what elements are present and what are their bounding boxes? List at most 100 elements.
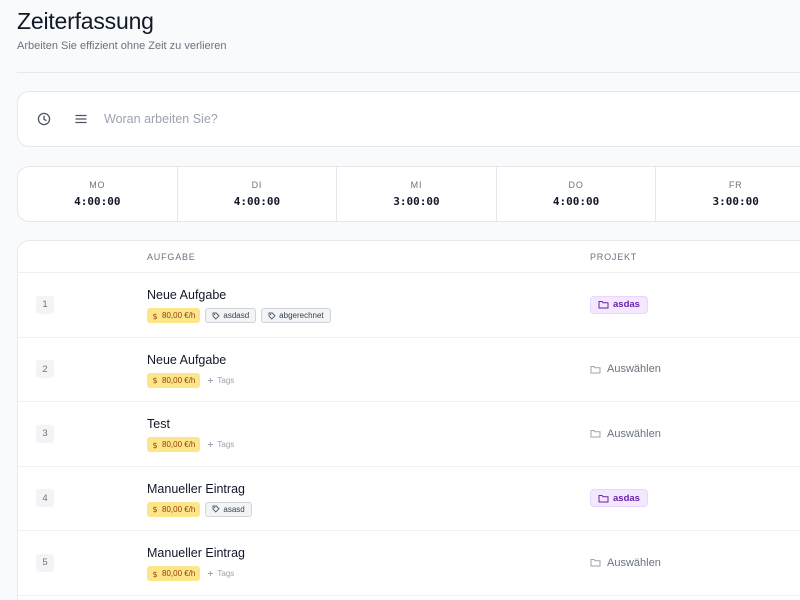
- hourly-rate-value: 80,00 €/h: [162, 504, 196, 514]
- dollar-icon: $: [153, 441, 158, 449]
- day-label: DI: [251, 180, 263, 190]
- day-summary-di[interactable]: DI 4:00:00: [178, 167, 338, 221]
- day-total-time: 4:00:00: [233, 195, 281, 208]
- folder-icon: [598, 494, 609, 503]
- folder-icon: [590, 559, 601, 567]
- tag-icon: [212, 312, 221, 320]
- svg-text:$: $: [153, 570, 158, 578]
- day-total-time: 3:00:00: [712, 195, 759, 208]
- hourly-rate-badge[interactable]: $80,00 €/h: [147, 566, 201, 581]
- svg-text:$: $: [153, 441, 158, 449]
- day-summary-do[interactable]: DO 4:00:00: [497, 167, 657, 221]
- add-tags-button[interactable]: Tags: [207, 376, 234, 385]
- table-row[interactable]: 5 Manueller Eintrag $80,00 €/h Tags Auswähle…: [18, 531, 800, 596]
- plus-icon: [208, 571, 214, 576]
- task-meta: $80,00 €/h asasd: [147, 501, 252, 517]
- table-header: AUFGABE PROJEKT: [18, 241, 800, 273]
- tag-chip[interactable]: asasd: [205, 501, 252, 517]
- project-select-button[interactable]: Auswählen: [590, 428, 661, 440]
- time-entries-table: AUFGABE PROJEKT 1 Neue Aufgabe $80,00 €/h a…: [17, 240, 800, 600]
- hourly-rate-badge[interactable]: $80,00 €/h: [147, 501, 201, 517]
- svg-text:$: $: [153, 376, 158, 384]
- menu-lines-icon[interactable]: [74, 112, 88, 126]
- task-name[interactable]: Neue Aufgabe: [147, 288, 226, 302]
- day-label: DO: [568, 180, 584, 190]
- column-header-project: PROJEKT: [590, 252, 638, 262]
- hourly-rate-value: 80,00 €/h: [162, 569, 196, 578]
- row-number: 2: [36, 360, 54, 379]
- task-meta: $80,00 €/h Tags: [147, 566, 234, 581]
- hourly-rate-value: 80,00 €/h: [162, 311, 196, 320]
- day-total-time: 4:00:00: [74, 195, 121, 208]
- plus-icon: [208, 377, 214, 383]
- hourly-rate-badge[interactable]: $80,00 €/h: [147, 308, 201, 323]
- task-name[interactable]: Manueller Eintrag: [147, 482, 245, 496]
- tag-chip[interactable]: asdasd: [205, 308, 257, 323]
- project-select-label: Auswählen: [607, 363, 661, 376]
- folder-icon: [590, 365, 601, 374]
- tag-icon: [212, 505, 221, 513]
- clock-icon[interactable]: [37, 112, 51, 126]
- header-divider: [17, 72, 800, 73]
- task-name[interactable]: Manueller Eintrag: [147, 546, 245, 560]
- day-summary-fr[interactable]: FR 3:00:00: [656, 167, 800, 221]
- add-tags-label: Tags: [217, 375, 235, 385]
- column-header-task: AUFGABE: [147, 252, 196, 262]
- day-summary-mi[interactable]: MI 3:00:00: [337, 167, 497, 221]
- row-number: 4: [36, 489, 54, 508]
- day-label: FR: [728, 180, 743, 190]
- project-name: asdas: [613, 299, 640, 311]
- task-name[interactable]: Neue Aufgabe: [147, 353, 226, 367]
- task-meta: $80,00 €/h Tags: [147, 372, 234, 388]
- day-label: MO: [89, 180, 106, 190]
- project-select-label: Auswählen: [607, 427, 661, 440]
- table-row[interactable]: 3 Test $80,00 €/h Tags Auswählen: [18, 402, 800, 467]
- plus-icon: [208, 442, 214, 447]
- page-subtitle: Arbeiten Sie effizient ohne Zeit zu verl…: [17, 40, 227, 52]
- svg-text:$: $: [153, 312, 158, 320]
- table-row[interactable]: 4 Manueller Eintrag $80,00 €/h asasd asdas: [18, 467, 800, 531]
- hourly-rate-value: 80,00 €/h: [162, 375, 196, 385]
- add-tags-button[interactable]: Tags: [207, 440, 234, 449]
- hourly-rate-badge[interactable]: $80,00 €/h: [147, 372, 201, 388]
- dollar-icon: $: [153, 570, 158, 578]
- project-select-label: Auswählen: [607, 556, 661, 569]
- row-number: 5: [36, 553, 54, 572]
- task-name[interactable]: Test: [147, 417, 170, 431]
- row-number: 1: [36, 295, 54, 314]
- tag-label: asasd: [223, 504, 245, 514]
- project-select-button[interactable]: Auswählen: [590, 557, 661, 569]
- tag-label: abgerechnet: [279, 311, 324, 320]
- svg-text:$: $: [153, 505, 158, 513]
- task-meta: $80,00 €/h Tags: [147, 437, 234, 452]
- add-tags-label: Tags: [217, 569, 235, 578]
- day-total-time: 4:00:00: [552, 195, 600, 208]
- day-summary-mo[interactable]: MO 4:00:00: [18, 167, 178, 221]
- dollar-icon: $: [153, 312, 158, 320]
- add-tags-label: Tags: [217, 440, 235, 449]
- hourly-rate-value: 80,00 €/h: [162, 440, 196, 449]
- project-badge[interactable]: asdas: [590, 489, 648, 508]
- folder-icon: [598, 301, 609, 309]
- week-summary: MO 4:00:00 DI 4:00:00 MI 3:00:00 DO 4:00:00 FR 3:…: [17, 166, 800, 222]
- table-row[interactable]: 1 Neue Aufgabe $80,00 €/h asdasd abgerechnet…: [18, 273, 800, 338]
- project-badge[interactable]: asdas: [590, 295, 648, 314]
- dollar-icon: $: [153, 376, 158, 384]
- project-name: asdas: [613, 492, 640, 504]
- tag-icon: [268, 312, 276, 320]
- folder-icon: [590, 430, 601, 438]
- task-meta: $80,00 €/h asdasd abgerechnet: [147, 308, 331, 323]
- page-title: Zeiterfassung: [17, 8, 154, 34]
- row-number: 3: [36, 424, 54, 443]
- day-label: MI: [410, 180, 423, 190]
- hourly-rate-badge[interactable]: $80,00 €/h: [147, 437, 201, 452]
- tag-chip[interactable]: abgerechnet: [261, 308, 331, 323]
- project-select-button[interactable]: Auswählen: [590, 363, 661, 375]
- day-total-time: 3:00:00: [393, 195, 440, 208]
- task-description-input[interactable]: [104, 112, 604, 126]
- add-tags-button[interactable]: Tags: [207, 569, 234, 578]
- dollar-icon: $: [153, 505, 158, 513]
- tag-label: asdasd: [223, 311, 250, 320]
- table-row[interactable]: 2 Neue Aufgabe $80,00 €/h Tags Auswählen: [18, 338, 800, 402]
- timer-bar: [17, 91, 800, 147]
